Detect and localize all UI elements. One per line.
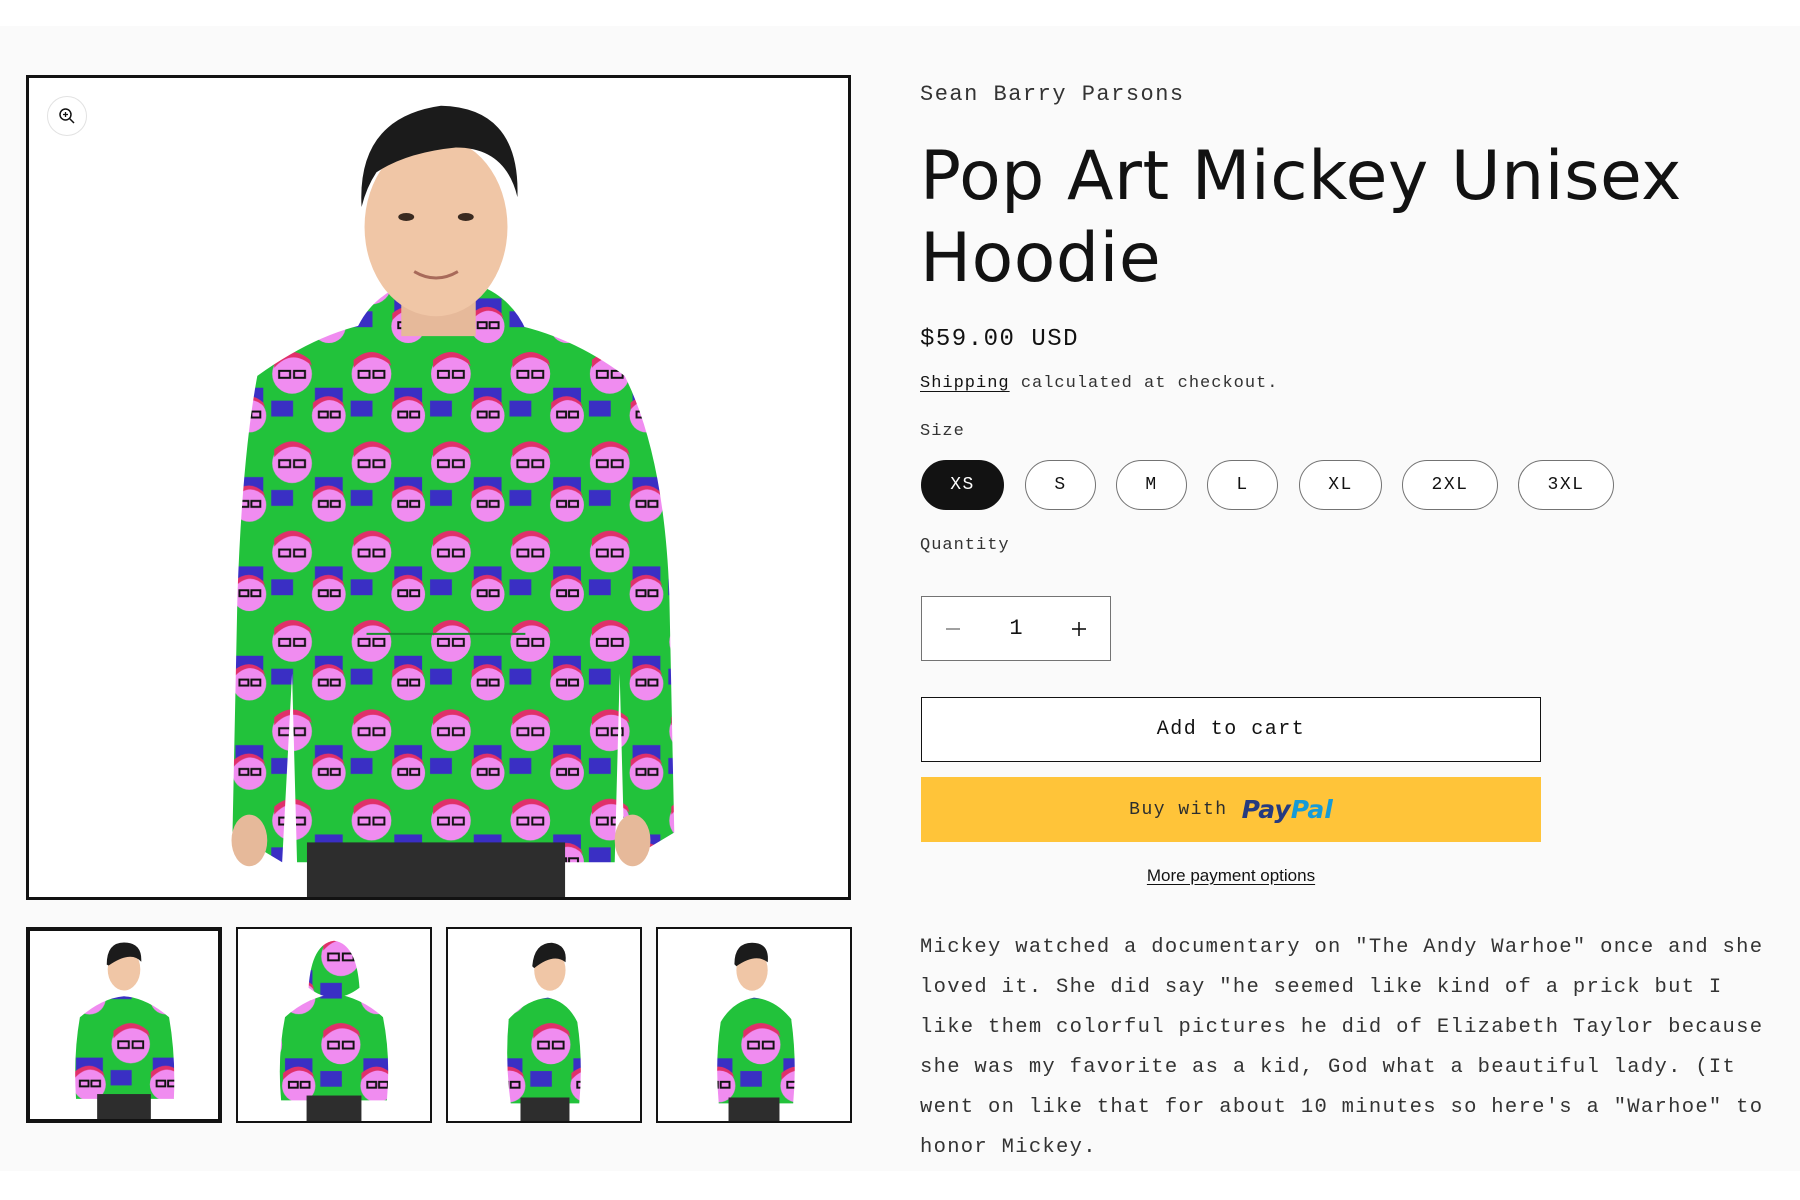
thumbnail-back-image: [279, 940, 389, 1121]
thumbnail-side-right[interactable]: [656, 927, 852, 1123]
thumbnail-gallery: [26, 927, 852, 1123]
quantity-decrease-button[interactable]: [922, 597, 984, 660]
thumbnail-side-right-image: [717, 942, 795, 1121]
minus-icon: [946, 627, 960, 630]
size-label: Size: [920, 422, 965, 441]
size-option-3xl[interactable]: 3XL: [1518, 460, 1614, 510]
main-product-image[interactable]: [26, 75, 851, 900]
hoodie-model-photo: [231, 105, 675, 897]
thumbnail-side-left-image: [507, 942, 581, 1121]
product-description: Mickey watched a documentary on "The And…: [920, 936, 1764, 1159]
shipping-note: Shipping calculated at checkout.: [920, 374, 1278, 393]
add-to-cart-button[interactable]: Add to cart: [921, 697, 1541, 762]
product-price: $59.00 USD: [920, 326, 1080, 353]
size-option-2xl[interactable]: 2XL: [1402, 460, 1498, 510]
thumbnail-back[interactable]: [236, 927, 432, 1123]
shipping-note-text: calculated at checkout.: [1009, 374, 1279, 393]
size-option-l[interactable]: L: [1207, 460, 1278, 510]
quantity-increase-button[interactable]: [1048, 597, 1110, 660]
size-option-m[interactable]: M: [1116, 460, 1187, 510]
quantity-stepper: 1: [921, 596, 1111, 661]
paypal-logo: PayPal: [1241, 795, 1333, 824]
zoom-button[interactable]: [47, 96, 87, 136]
paypal-buy-text: Buy with: [1129, 799, 1228, 820]
thumbnail-front-image: [75, 942, 175, 1119]
product-page: Sean Barry Parsons Pop Art Mickey Unisex…: [0, 26, 1800, 1171]
more-payment-options-link[interactable]: More payment options: [921, 866, 1541, 886]
size-option-xs[interactable]: XS: [921, 460, 1004, 510]
size-option-s[interactable]: S: [1025, 460, 1096, 510]
zoom-in-icon: [59, 108, 75, 124]
plus-icon: [1072, 621, 1086, 636]
product-vendor: Sean Barry Parsons: [920, 82, 1185, 107]
thumbnail-front[interactable]: [26, 927, 222, 1123]
product-title: Pop Art Mickey Unisex Hoodie: [920, 137, 1682, 298]
shipping-link[interactable]: Shipping: [920, 374, 1010, 393]
quantity-label: Quantity: [920, 536, 1010, 555]
paypal-button[interactable]: Buy with PayPal: [921, 777, 1541, 842]
size-option-xl[interactable]: XL: [1299, 460, 1382, 510]
quantity-input[interactable]: 1: [984, 616, 1048, 641]
thumbnail-side-left[interactable]: [446, 927, 642, 1123]
